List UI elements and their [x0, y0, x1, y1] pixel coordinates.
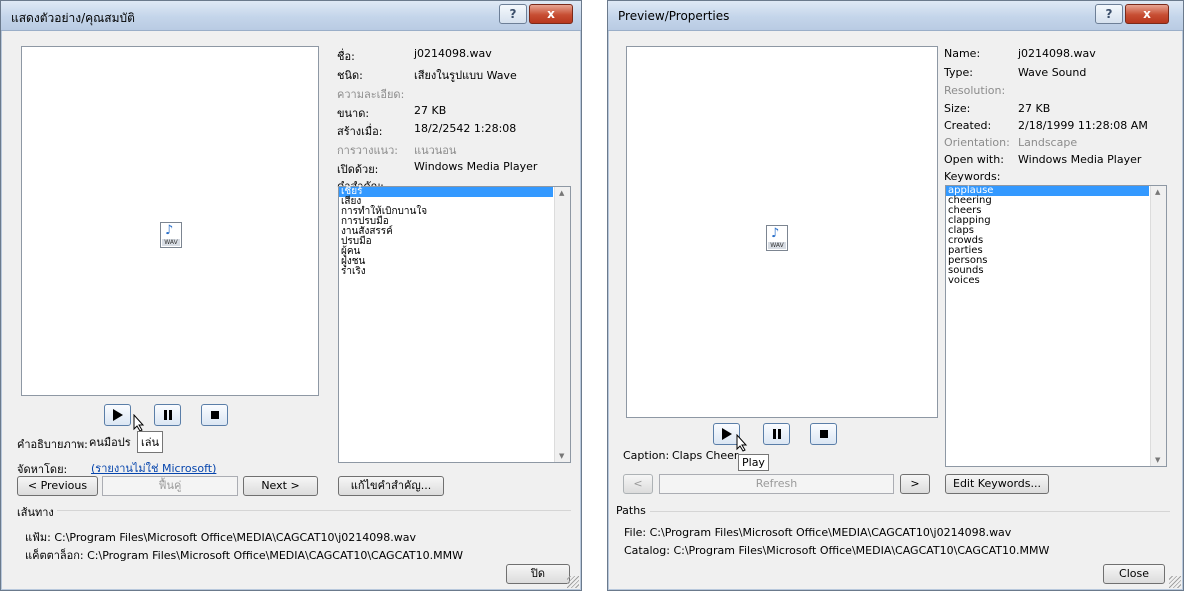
paths-divider: [650, 511, 1170, 512]
caption-label: คำอธิบายภาพ:: [17, 438, 88, 451]
preview-properties-dialog-thai: แสดงตัวอย่าง/คุณสมบัติ ? x ♪ WAV เล่น คำอ…: [0, 0, 582, 591]
preview-properties-dialog-english: Preview/Properties ? x ♪ WAV Play Caption…: [607, 0, 1184, 591]
type-label: Type:: [944, 66, 973, 79]
stop-button[interactable]: [810, 423, 837, 445]
name-value: j0214098.wav: [1018, 47, 1096, 60]
size-value: 27 KB: [414, 104, 447, 117]
catalog-link[interactable]: (รายงานไม่ใช่ Microsoft): [91, 459, 216, 477]
edit-keywords-button[interactable]: แก้ไขคำสำคัญ...: [338, 476, 444, 496]
size-label: Size:: [944, 102, 971, 115]
previous-button[interactable]: < Previous: [17, 476, 98, 496]
pause-icon: [772, 429, 781, 439]
mouse-cursor-icon: [133, 414, 145, 432]
keyword-item[interactable]: voices: [946, 276, 1149, 286]
catalog-path: Catalog: C:\Program Files\Microsoft Offi…: [624, 544, 1050, 557]
type-value: Wave Sound: [1018, 66, 1087, 79]
stop-icon: [819, 430, 828, 438]
title-bar: Preview/Properties ? x: [608, 1, 1183, 31]
open-with-value: Windows Media Player: [414, 160, 538, 173]
keyword-item[interactable]: ปรบมือ: [339, 237, 553, 247]
caption-label: Caption:: [623, 449, 670, 462]
help-icon[interactable]: ?: [499, 4, 527, 24]
open-with-label: Open with:: [944, 153, 1004, 166]
stop-icon: [210, 411, 219, 419]
type-value: เสียงในรูปแบบ Wave: [414, 69, 517, 82]
wav-file-icon: ♪ WAV: [766, 225, 788, 251]
caption-value: Claps Cheer: [672, 449, 739, 462]
dialog-title: Preview/Properties: [618, 9, 730, 23]
next-button[interactable]: Next >: [243, 476, 318, 496]
size-label: ขนาด:: [337, 107, 370, 120]
keyword-item[interactable]: clapping: [946, 216, 1149, 226]
file-path: แฟ้ม: C:\Program Files\Microsoft Office\…: [25, 531, 417, 544]
paths-header: เส้นทาง: [17, 506, 54, 519]
resize-grip[interactable]: [567, 576, 579, 588]
previous-button[interactable]: <: [623, 474, 653, 494]
name-label: Name:: [944, 47, 981, 60]
play-icon: [112, 409, 123, 421]
created-label: Created:: [944, 119, 992, 132]
type-label: ชนิด:: [337, 69, 363, 82]
name-label: ชื่อ:: [337, 50, 355, 63]
close-icon[interactable]: x: [1125, 4, 1169, 24]
keyword-item[interactable]: ร่าเริง: [339, 267, 553, 277]
open-with-label: เปิดด้วย:: [337, 163, 379, 176]
orientation-label: การวางแนว:: [337, 144, 398, 157]
file-path: File: C:\Program Files\Microsoft Office\…: [624, 526, 1012, 539]
resolution-label: Resolution:: [944, 84, 1006, 97]
wav-file-icon: ♪ WAV: [160, 222, 182, 248]
open-with-value: Windows Media Player: [1018, 153, 1142, 166]
created-label: สร้างเมื่อ:: [337, 125, 383, 138]
keywords-list[interactable]: เชียร์ เสียง การทำให้เบิกบานใจ การปรบมือ งาน…: [338, 186, 571, 463]
pause-button[interactable]: [763, 423, 790, 445]
resize-grip[interactable]: [1169, 576, 1181, 588]
paths-header: Paths: [616, 504, 646, 517]
catalog-path: แค็ตตาล็อก: C:\Program Files\Microsoft O…: [25, 549, 463, 562]
stop-button[interactable]: [201, 404, 228, 426]
orientation-value: Landscape: [1018, 136, 1078, 149]
keywords-list[interactable]: applause cheering cheers clapping claps crowd…: [945, 185, 1167, 467]
play-button[interactable]: [104, 404, 131, 426]
next-button[interactable]: >: [900, 474, 930, 494]
play-tooltip: เล่น: [137, 431, 164, 453]
orientation-value: แนวนอน: [414, 144, 457, 157]
keywords-scrollbar[interactable]: ▲ ▼: [1150, 186, 1166, 466]
orientation-label: Orientation:: [944, 136, 1010, 149]
created-value: 2/18/1999 11:28:08 AM: [1018, 119, 1148, 132]
play-icon: [721, 428, 732, 440]
keyword-item[interactable]: ฝูงชน: [339, 257, 553, 267]
keywords-label: Keywords:: [944, 170, 1001, 183]
paths-divider: [57, 510, 571, 511]
close-icon[interactable]: x: [529, 4, 573, 24]
edit-keywords-button[interactable]: Edit Keywords...: [945, 474, 1049, 494]
keyword-item[interactable]: เชียร์: [339, 187, 553, 197]
play-tooltip: Play: [738, 454, 769, 471]
name-value: j0214098.wav: [414, 47, 492, 60]
pause-icon: [163, 410, 172, 420]
keywords-scrollbar[interactable]: ▲ ▼: [554, 187, 570, 462]
title-bar: แสดงตัวอย่าง/คุณสมบัติ ? x: [1, 1, 581, 31]
resolution-label: ความละเอียด:: [337, 88, 405, 101]
caption-value: คนมือปร: [89, 436, 131, 449]
close-button[interactable]: ปิด: [506, 564, 570, 584]
help-icon[interactable]: ?: [1095, 4, 1123, 24]
keyword-item[interactable]: ผู้คน: [339, 247, 553, 257]
created-value: 18/2/2542 1:28:08: [414, 122, 517, 135]
close-button[interactable]: Close: [1103, 564, 1165, 584]
preview-pane: ♪ WAV: [21, 46, 319, 396]
refresh-field: Refresh: [659, 474, 894, 494]
refresh-field: ฟื้นคู่: [102, 476, 238, 496]
dialog-title: แสดงตัวอย่าง/คุณสมบัติ: [11, 11, 135, 25]
pause-button[interactable]: [154, 404, 181, 426]
preview-pane: ♪ WAV: [626, 46, 938, 418]
size-value: 27 KB: [1018, 102, 1051, 115]
